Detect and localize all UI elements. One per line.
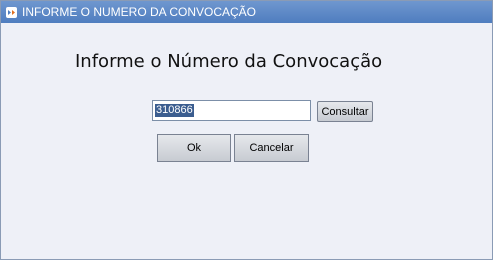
title-bar[interactable]: INFORME O NUMERO DA CONVOCAÇÃO [1,1,492,23]
page-title: Informe o Número da Convocação [75,51,383,72]
window-title: INFORME O NUMERO DA CONVOCAÇÃO [22,5,257,19]
cancel-button[interactable]: Cancelar [234,134,309,162]
app-icon [6,6,17,18]
convocacao-number-input[interactable]: 310866 [152,100,311,121]
input-value: 310866 [155,104,194,117]
ok-button[interactable]: Ok [157,134,231,162]
consultar-button[interactable]: Consultar [317,101,373,122]
dialog-window: INFORME O NUMERO DA CONVOCAÇÃO Informe o… [0,0,493,260]
